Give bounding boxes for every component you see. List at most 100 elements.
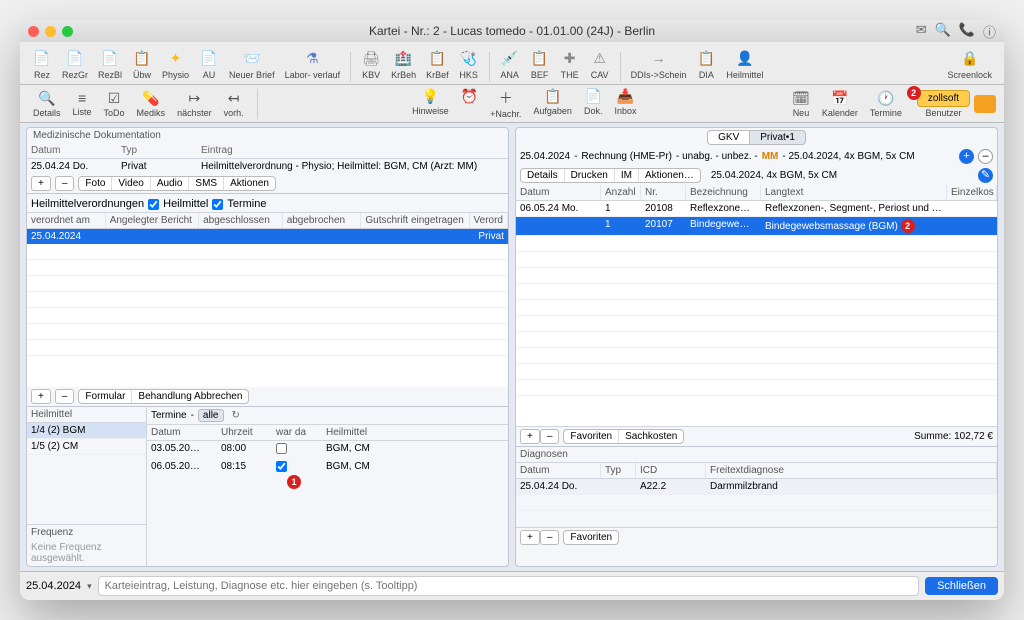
billing-grid: Datum Anzahl Nr. Bezeichnung Langtext Ei… [516, 185, 997, 426]
heilmittel-item[interactable]: 1/4 (2) BGM [27, 423, 146, 439]
termine-checkbox[interactable] [212, 199, 223, 210]
insurance-tabs: GKV Privat•1 [516, 128, 997, 147]
user-button[interactable]: zollsoft [917, 90, 970, 107]
toolbar-heilmittel[interactable]: 👤Heilmittel [722, 46, 767, 82]
toolbar-hks[interactable]: 🩺HKS [455, 46, 483, 82]
t2-ToDo[interactable]: ☑ToDo [99, 89, 130, 119]
orders-row-selected[interactable]: 25.04.2024 Privat [27, 229, 508, 244]
remove-diag-button[interactable]: – [540, 530, 560, 545]
billing-row[interactable]: 06.05.24 Mo.120108Reflexzone…Reflexzonen… [516, 201, 997, 217]
remove-button[interactable]: – [55, 176, 75, 191]
minimize-icon[interactable] [45, 26, 56, 37]
refresh-icon[interactable]: ↻ [232, 410, 240, 421]
toolbar-labor-verlauf[interactable]: ⚗Labor- verlauf [281, 46, 345, 82]
zoom-icon[interactable] [62, 26, 73, 37]
t2-Mediks[interactable]: 💊Mediks [132, 89, 171, 119]
sach-tab[interactable]: Sachkosten [619, 430, 683, 443]
toolbar-dia[interactable]: 📋DIA [692, 46, 720, 82]
edit-icon[interactable]: ✎ [978, 168, 993, 183]
seg-im[interactable]: IM [615, 169, 639, 182]
fav-tab[interactable]: Favoriten [564, 430, 619, 443]
remove-billing-button[interactable]: – [540, 429, 560, 444]
invoice-segment: DetailsDruckenIMAktionen… [520, 168, 701, 183]
add-billing-button[interactable]: + [520, 429, 540, 444]
t2-⏰[interactable]: ⏰ [456, 87, 483, 120]
toolbar-rezgr[interactable]: 📄RezGr [58, 46, 92, 82]
tab-gkv[interactable]: GKV [707, 130, 750, 145]
dropdown-icon[interactable]: ▾ [87, 581, 92, 592]
entry-input[interactable] [98, 576, 919, 596]
tab-privat[interactable]: Privat•1 [750, 130, 806, 145]
order-actions-segment: FormularBehandlung Abbrechen [78, 389, 249, 404]
close-button[interactable]: Schließen [925, 577, 998, 595]
toolbar-cav[interactable]: ⚠CAV [586, 46, 614, 82]
phone-icon[interactable]: 📞 [959, 22, 975, 41]
seg-drucken[interactable]: Drucken [565, 169, 615, 182]
orange-indicator-icon[interactable] [974, 95, 996, 113]
add-order-button[interactable]: + [31, 389, 51, 404]
seg-audio[interactable]: Audio [151, 177, 190, 190]
close-icon[interactable] [28, 26, 39, 37]
toolbar-rezbl[interactable]: 📄RezBl [94, 46, 126, 82]
t2-Aufgaben[interactable]: 📋Aufgaben [528, 87, 577, 120]
secondary-toolbar: 🔍Details≡Liste☑ToDo💊Mediks↦nächster↤vorh… [20, 85, 1004, 123]
warda-checkbox[interactable] [276, 461, 287, 472]
info-icon[interactable]: ⓘ [983, 22, 996, 41]
seg-foto[interactable]: Foto [79, 177, 112, 190]
toolbar-neuer-brief[interactable]: 📨Neuer Brief [225, 46, 279, 82]
warda-checkbox[interactable] [276, 443, 287, 454]
t2-vorh.[interactable]: ↤vorh. [219, 89, 249, 119]
t2-Details[interactable]: 🔍Details [28, 89, 66, 119]
toolbar-kbv[interactable]: 🖨KBV [357, 46, 385, 82]
toolbar-krbeh[interactable]: 🏥KrBeh [387, 46, 420, 82]
seg-details[interactable]: Details [521, 169, 565, 182]
orders-footer-row: + – FormularBehandlung Abbrechen [27, 387, 508, 406]
heilmittel-checkbox[interactable] [148, 199, 159, 210]
t2-Inbox[interactable]: 📥Inbox [609, 87, 641, 120]
add-button[interactable]: + [31, 176, 51, 191]
t2-Termine[interactable]: 🕐2Termine [865, 89, 907, 119]
heilmittel-item[interactable]: 1/5 (2) CM [27, 439, 146, 455]
toolbar--bw[interactable]: 📋Übw [128, 46, 156, 82]
seg-formular[interactable]: Formular [79, 390, 132, 403]
footer: 25.04.2024 ▾ Schließen [20, 571, 1004, 600]
seg-aktionen[interactable]: Aktionen [224, 177, 275, 190]
termine-alle-button[interactable]: alle [198, 409, 224, 422]
toolbar-physio[interactable]: ✦Physio [158, 46, 193, 82]
remove-order-button[interactable]: – [55, 389, 75, 404]
toolbar-ana[interactable]: 💉ANA [496, 46, 524, 82]
toolbar-au[interactable]: 📄AU [195, 46, 223, 82]
add-diag-button[interactable]: + [520, 530, 540, 545]
doc-section-title: Medizinische Dokumentation [27, 128, 508, 143]
doc-header-row: Datum Typ Eintrag [27, 143, 508, 159]
t2-Kalender[interactable]: 📅Kalender [817, 89, 863, 119]
add-invoice-button[interactable]: + [959, 149, 974, 164]
termine-row[interactable]: 03.05.20…08:00BGM, CM [147, 441, 508, 459]
seg-video[interactable]: Video [112, 177, 150, 190]
doc-entry-row[interactable]: 25.04.24 Do. Privat Heilmittelverordnung… [27, 159, 508, 174]
billing-header: Datum Anzahl Nr. Bezeichnung Langtext Ei… [516, 185, 997, 201]
mail-icon[interactable]: ✉ [916, 22, 927, 41]
orders-header: verordnet am Angelegter Bericht abgeschl… [27, 213, 508, 229]
seg-sms[interactable]: SMS [189, 177, 224, 190]
t2-Neu[interactable]: 🗓Neu [787, 89, 815, 119]
diag-fav-tab[interactable]: Favoriten [564, 531, 618, 544]
termine-row[interactable]: 06.05.20…08:15BGM, CM [147, 459, 508, 477]
remove-invoice-button[interactable]: – [978, 149, 993, 164]
toolbar-rez[interactable]: 📄Rez [28, 46, 56, 82]
search-icon[interactable]: 🔍 [935, 22, 951, 41]
seg-behandlung-abbrechen[interactable]: Behandlung Abbrechen [132, 390, 248, 403]
toolbar-bef[interactable]: 📋BEF [526, 46, 554, 82]
seg-aktionen-[interactable]: Aktionen… [639, 169, 700, 182]
t2-Liste[interactable]: ≡Liste [68, 89, 97, 119]
t2-Dok.[interactable]: 📄Dok. [579, 87, 608, 120]
toolbar-screenlock[interactable]: 🔒Screenlock [943, 46, 996, 82]
t2-nächster[interactable]: ↦nächster [172, 89, 217, 119]
t2-+Nachr.[interactable]: ＋+Nachr. [485, 87, 526, 120]
toolbar-the[interactable]: ✚THE [556, 46, 584, 82]
diag-row[interactable]: 25.04.24 Do. A22.2 Darmmilzbrand [516, 479, 997, 495]
t2-Hinweise[interactable]: 💡Hinweise [407, 87, 454, 120]
billing-row[interactable]: 120107Bindegewe…Bindegewebsmassage (BGM)… [516, 217, 997, 236]
toolbar-krbef[interactable]: 📋KrBef [422, 46, 453, 82]
toolbar-ddis-schein[interactable]: →DDIs->Schein [627, 46, 691, 82]
